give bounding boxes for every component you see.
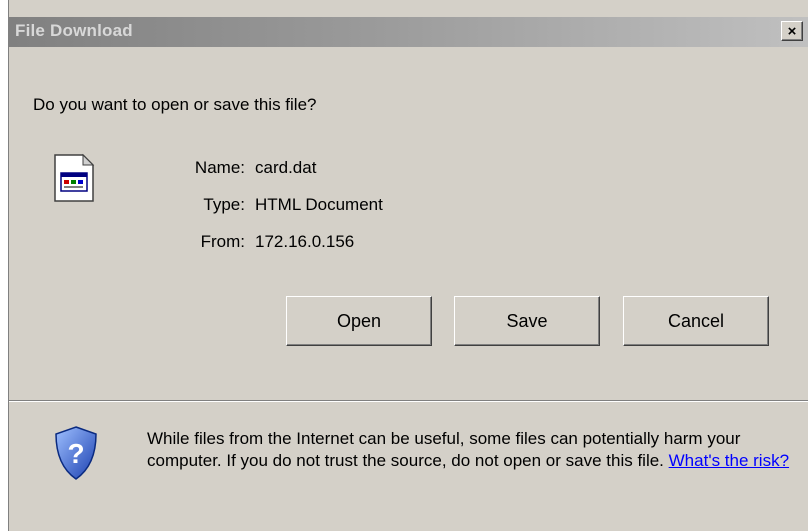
file-info: Name: card.dat Type: HTML Document From:… [9,158,808,268]
cancel-button[interactable]: Cancel [623,296,769,346]
whats-the-risk-link[interactable]: What's the risk? [669,451,789,470]
name-value: card.dat [255,158,317,177]
title-bar[interactable]: File Download × [9,17,808,47]
divider [9,400,808,402]
shield-question-icon: ? [55,426,97,480]
close-icon: × [787,23,797,40]
open-save-question: Do you want to open or save this file? [33,95,317,114]
from-label: From: [200,232,245,251]
svg-text:?: ? [67,438,84,469]
file-download-dialog: File Download × Do you want to open or s… [8,0,808,531]
close-button[interactable]: × [781,21,803,41]
open-button[interactable]: Open [286,296,432,346]
from-value: 172.16.0.156 [255,232,355,251]
save-button[interactable]: Save [454,296,600,346]
security-warning: While files from the Internet can be use… [147,428,807,472]
dialog-title: File Download [15,21,133,40]
type-value: HTML Document [255,195,383,214]
type-label: Type: [203,195,245,214]
warning-message: While files from the Internet can be use… [147,429,741,470]
name-label: Name: [194,158,245,177]
